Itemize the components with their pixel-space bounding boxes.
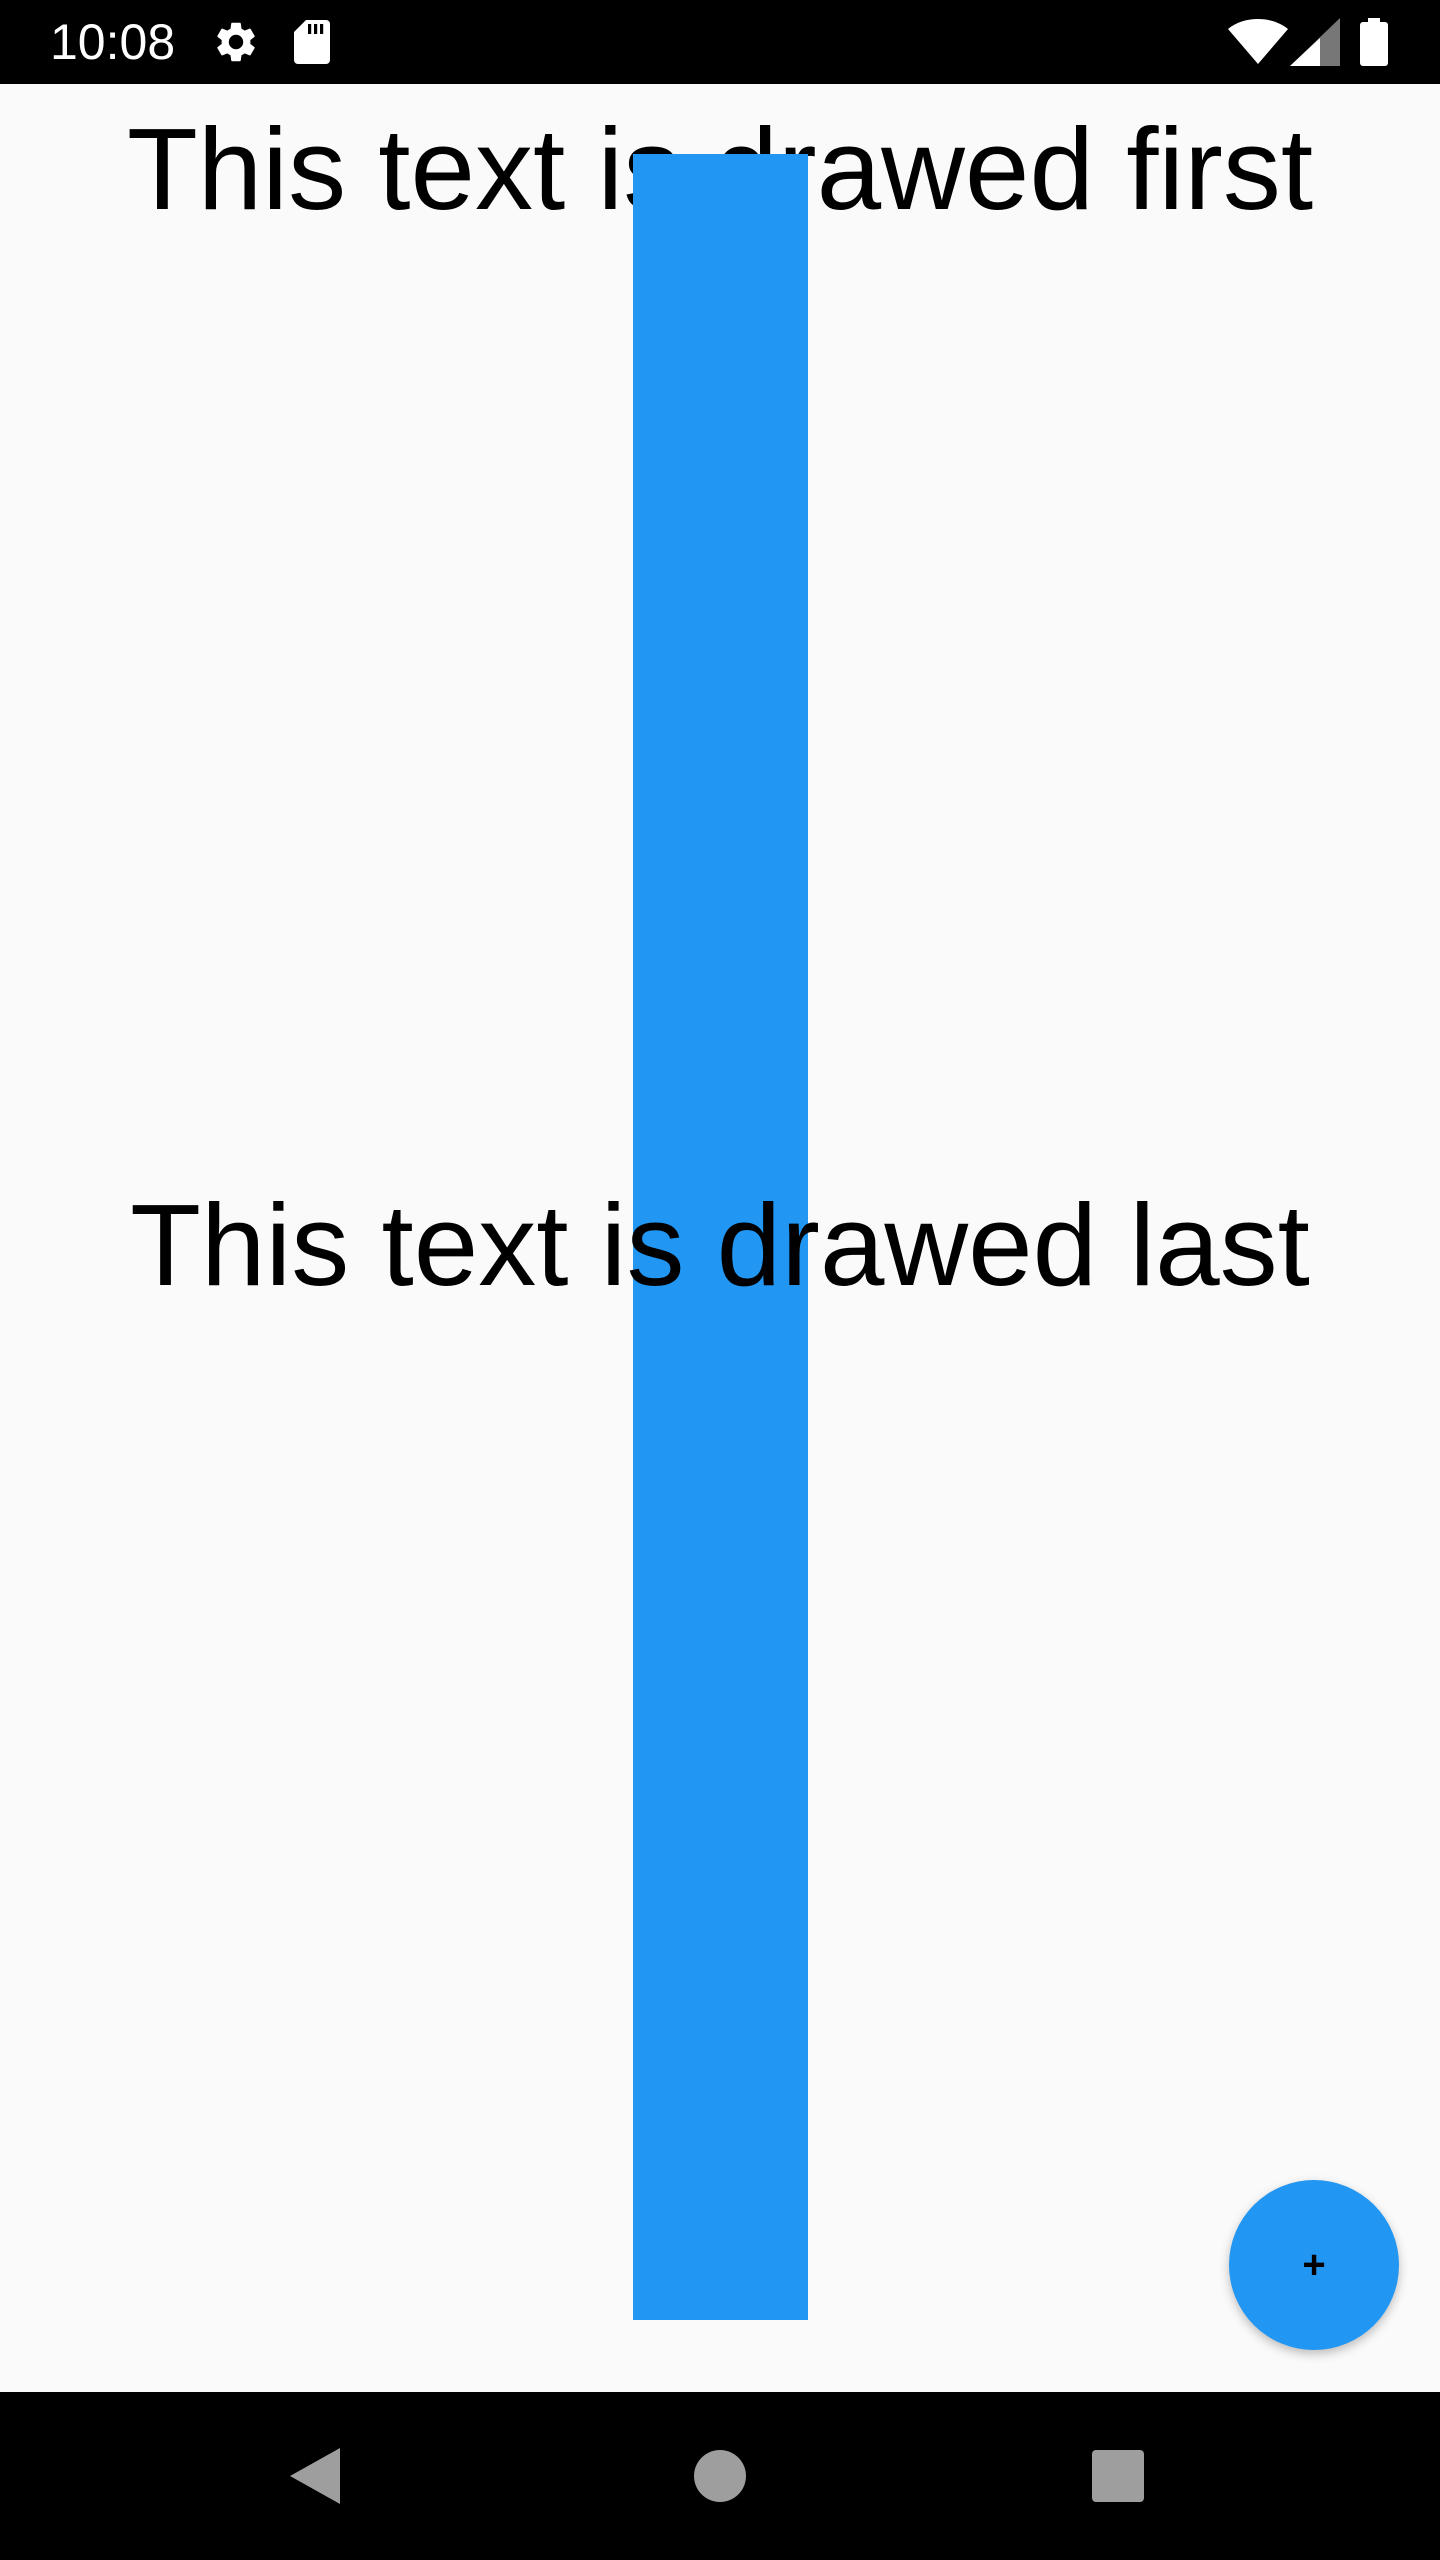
sd-card-icon (294, 20, 330, 64)
settings-icon (217, 22, 255, 62)
status-bar: 10:08 (0, 0, 1440, 84)
status-time: 10:08 (50, 14, 176, 70)
home-icon[interactable] (670, 2426, 770, 2526)
recents-icon[interactable] (1068, 2426, 1168, 2526)
wifi-icon (1228, 19, 1288, 64)
cell-signal-icon (1290, 18, 1340, 66)
plus-icon: + (1302, 2243, 1326, 2287)
add-fab-button[interactable]: + (1229, 2180, 1399, 2350)
battery-icon (1360, 18, 1388, 66)
navigation-bar (0, 2392, 1440, 2560)
text-drawn-last: This text is drawed last (130, 1180, 1310, 1310)
main-canvas: This text is drawed first This text is d… (0, 84, 1440, 2392)
back-icon[interactable] (268, 2426, 368, 2526)
